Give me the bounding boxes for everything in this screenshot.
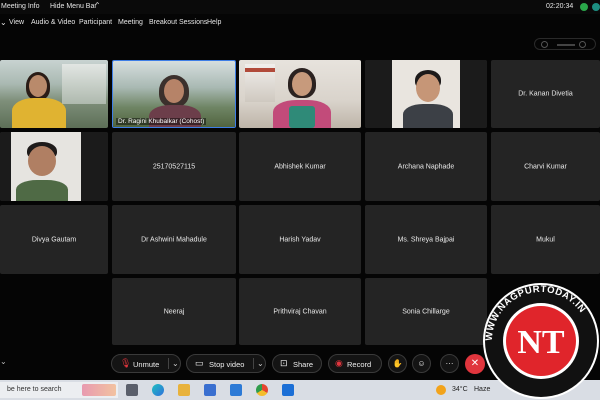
connection-icon	[592, 3, 600, 11]
participant-tile[interactable]	[0, 60, 108, 128]
participants-panel-icon[interactable]: ✋	[388, 354, 407, 373]
participant-name: Sonia Chillarge	[402, 308, 450, 315]
unmute-button[interactable]: 🎙 Unmute ⌄	[111, 354, 181, 373]
menu-breakout-sessions[interactable]: Breakout Sessions	[149, 19, 207, 26]
participant-tile[interactable]: Prithviraj Chavan	[239, 278, 361, 345]
participant-tile[interactable]: Dr. Kanan Divetia	[491, 60, 600, 128]
participant-name: Harish Yadav	[279, 236, 321, 243]
watermark-logo-letters: NT	[517, 324, 565, 361]
slider-track	[557, 44, 575, 46]
file-explorer-icon[interactable]	[178, 384, 190, 396]
divider	[253, 358, 254, 369]
chevron-up-icon[interactable]: ⌃	[94, 1, 101, 10]
meeting-clock: 02:20:34	[546, 3, 574, 10]
chrome-icon[interactable]	[256, 384, 268, 396]
divider	[168, 358, 169, 369]
grid-large-icon	[579, 41, 586, 48]
participant-video	[365, 60, 487, 128]
weather-icon	[436, 385, 446, 395]
chevron-down-icon[interactable]: ⌄	[172, 359, 179, 368]
participant-name: Neeraj	[163, 308, 185, 315]
participant-name: Mukul	[536, 236, 555, 243]
title-bar: Meeting Info Hide Menu Bar ⌃ 02:20:34	[0, 0, 600, 14]
participant-tile[interactable]: Neeraj	[112, 278, 236, 345]
menu-view[interactable]: View	[9, 19, 24, 26]
reactions-icon[interactable]: ☺	[412, 354, 431, 373]
participant-name: Dr. Kanan Divetia	[518, 90, 573, 98]
participant-tile[interactable]: Divya Gautam	[0, 205, 108, 274]
temperature: 34°C	[452, 386, 468, 393]
task-view-icon[interactable]	[126, 384, 138, 396]
participant-name: Ms. Shreya Bajpai	[397, 236, 455, 243]
participant-name: Archana Naphade	[397, 163, 455, 170]
participant-name: Charvi Kumar	[524, 163, 567, 170]
participant-tile[interactable]: Mukul	[491, 205, 600, 274]
unmute-label: Unmute	[133, 360, 160, 369]
participant-name: Dr. Ragini Khubalkar (Cohost)	[116, 118, 207, 125]
search-placeholder: be here to search	[7, 386, 62, 393]
record-label: Record	[347, 360, 372, 369]
edge-browser-icon[interactable]	[152, 384, 164, 396]
participant-video	[0, 132, 108, 201]
participant-tile[interactable]: Archana Naphade	[365, 132, 487, 201]
participant-tile[interactable]: Charvi Kumar	[491, 132, 600, 201]
stop-video-button[interactable]: ▭ Stop video ⌄	[186, 354, 266, 373]
chevron-down-icon[interactable]: ⌄	[0, 18, 7, 27]
participant-tile[interactable]	[239, 60, 361, 128]
store-icon[interactable]	[204, 384, 216, 396]
participant-name: Dr Ashwini Mahadule	[141, 236, 207, 243]
participant-tile[interactable]: Dr Ashwini Mahadule	[112, 205, 236, 274]
chevron-down-icon[interactable]: ⌄	[0, 357, 7, 366]
stop-video-label: Stop video	[209, 360, 245, 369]
participant-tile[interactable]: 25170527115	[112, 132, 236, 201]
more-options-button[interactable]: ···	[440, 354, 459, 373]
participant-tile[interactable]: Sonia Chillarge	[365, 278, 487, 345]
share-screen-icon: ⊡	[280, 358, 288, 368]
share-button[interactable]: ⊡ Share	[272, 354, 322, 373]
participant-video	[239, 60, 361, 128]
record-button[interactable]: ◉ Record	[328, 354, 382, 373]
mail-icon[interactable]	[230, 384, 242, 396]
share-label: Share	[293, 360, 314, 369]
webex-icon[interactable]	[282, 384, 294, 396]
menu-bar: ⌄ View Audio & Video Participant Meeting…	[0, 18, 600, 30]
participant-tile[interactable]: Dr. Ragini Khubalkar (Cohost)	[112, 60, 236, 128]
participant-video	[0, 60, 108, 128]
menu-meeting[interactable]: Meeting	[118, 19, 143, 26]
record-icon: ◉	[335, 358, 343, 368]
participant-tile[interactable]: Abhishek Kumar	[239, 132, 361, 201]
participant-name: Divya Gautam	[31, 236, 77, 243]
participant-tile[interactable]: Harish Yadav	[239, 205, 361, 274]
participant-tile[interactable]: Ms. Shreya Bajpai	[365, 205, 487, 274]
taskbar-search-input[interactable]: be here to search	[0, 382, 118, 398]
chevron-down-icon[interactable]: ⌄	[257, 359, 264, 368]
menu-help[interactable]: Help	[207, 19, 221, 26]
shield-icon	[580, 3, 588, 11]
video-camera-icon: ▭	[195, 358, 204, 368]
menu-participant[interactable]: Participant	[79, 19, 112, 26]
menu-audio-video[interactable]: Audio & Video	[31, 19, 75, 26]
nagpurtoday-watermark-logo: WWW.NAGPURTODAY.IN NT	[483, 283, 599, 399]
layout-slider[interactable]	[534, 38, 596, 50]
search-highlight-icon	[82, 384, 116, 396]
participant-tile[interactable]	[0, 132, 108, 201]
participant-name: 25170527115	[152, 163, 196, 170]
participant-name: Abhishek Kumar	[274, 163, 326, 170]
hide-menu-bar-button[interactable]: Hide Menu Bar	[50, 3, 97, 10]
mic-off-icon: 🎙	[120, 358, 132, 368]
meeting-info-button[interactable]: Meeting Info	[1, 3, 40, 10]
grid-small-icon	[541, 41, 548, 48]
participant-name: Prithviraj Chavan	[273, 308, 327, 315]
participant-tile[interactable]	[365, 60, 487, 128]
